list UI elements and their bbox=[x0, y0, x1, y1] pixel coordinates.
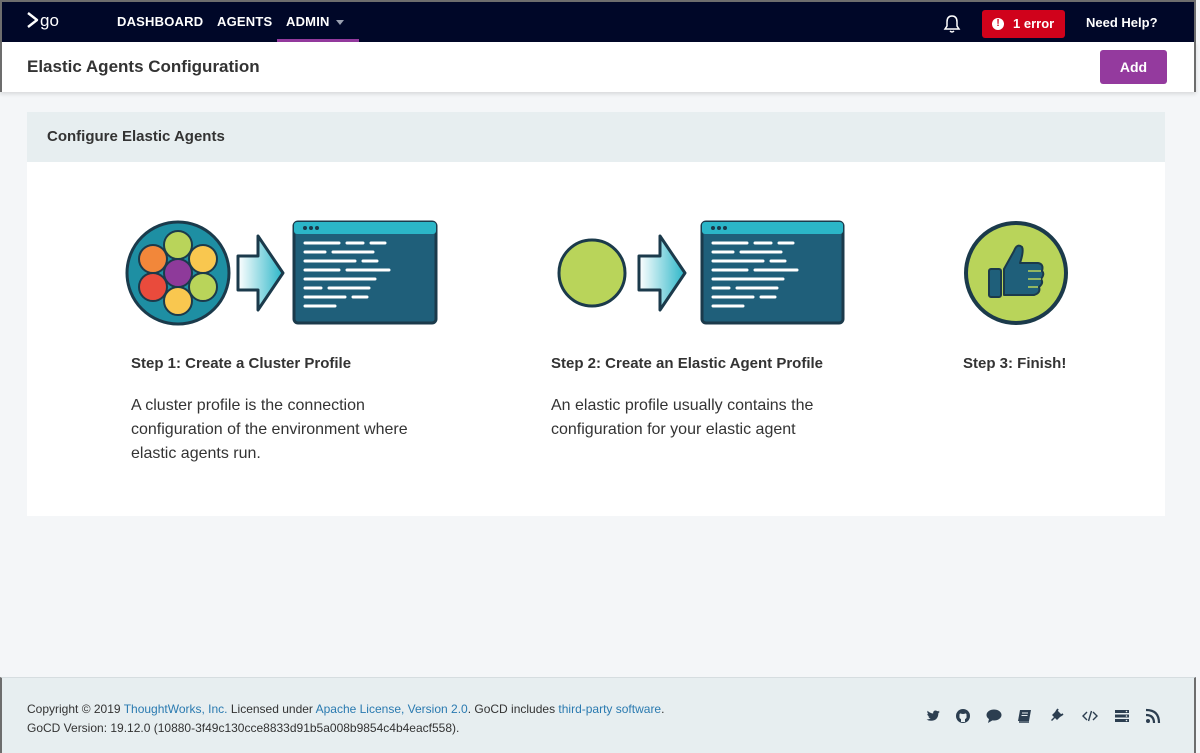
thoughtworks-link[interactable]: ThoughtWorks, Inc. bbox=[124, 702, 228, 716]
chevron-down-icon bbox=[335, 20, 344, 26]
page-title: Elastic Agents Configuration bbox=[27, 57, 260, 76]
copyright-period: . bbox=[661, 702, 665, 716]
step-1-description: A cluster profile is the connection conf… bbox=[131, 394, 408, 466]
error-label: 1 error bbox=[1013, 16, 1055, 31]
includes-text: . GoCD includes bbox=[467, 702, 559, 716]
copyright-text: Copyright © 2019 ThoughtWorks, Inc. Lice… bbox=[27, 700, 664, 718]
step-1-title: Step 1: Create a Cluster Profile bbox=[131, 355, 352, 372]
top-navigation: go DASHBOARD AGENTS ADMIN ! 1 error Need… bbox=[0, 0, 1196, 42]
nav-admin-label: ADMIN bbox=[286, 14, 330, 29]
plugin-icon[interactable] bbox=[1048, 708, 1064, 724]
chat-icon[interactable] bbox=[986, 708, 1002, 724]
rss-icon[interactable] bbox=[1145, 708, 1161, 724]
copyright-prefix: Copyright © 2019 bbox=[27, 702, 124, 716]
nav-dashboard[interactable]: DASHBOARD bbox=[117, 2, 203, 42]
step-1-desc-line: A cluster profile is the connection bbox=[131, 397, 365, 414]
book-icon[interactable] bbox=[1017, 708, 1033, 724]
step-1-desc-line: configuration of the environment where bbox=[131, 421, 408, 438]
cluster-profile-illustration bbox=[125, 220, 438, 326]
step-3-title: Step 3: Finish! bbox=[963, 355, 1067, 372]
panel-title: Configure Elastic Agents bbox=[47, 128, 225, 145]
thumbs-up-illustration bbox=[964, 221, 1068, 325]
page-header: Elastic Agents Configuration Add bbox=[0, 42, 1196, 92]
third-party-software-link[interactable]: third-party software bbox=[558, 702, 661, 716]
step-2-description: An elastic profile usually contains the … bbox=[551, 394, 813, 442]
need-help-link[interactable]: Need Help? bbox=[1086, 2, 1158, 44]
add-button[interactable]: Add bbox=[1100, 50, 1167, 84]
configure-panel: Configure Elastic Agents Step 1: Create … bbox=[27, 112, 1165, 516]
error-icon: ! bbox=[992, 18, 1004, 30]
go-logo[interactable]: go bbox=[26, 10, 72, 34]
twitter-icon[interactable] bbox=[925, 708, 941, 724]
panel-header: Configure Elastic Agents bbox=[27, 112, 1165, 162]
step-2-title: Step 2: Create an Elastic Agent Profile bbox=[551, 355, 824, 372]
apache-license-link[interactable]: Apache License, Version 2.0 bbox=[316, 702, 468, 716]
code-icon[interactable] bbox=[1082, 708, 1098, 724]
github-icon[interactable] bbox=[955, 708, 971, 724]
step-1-desc-line: elastic agents run. bbox=[131, 445, 261, 462]
licensed-text: Licensed under bbox=[227, 702, 316, 716]
server-icon[interactable] bbox=[1114, 708, 1130, 724]
svg-text:go: go bbox=[40, 11, 59, 30]
error-badge[interactable]: ! 1 error bbox=[982, 10, 1065, 38]
footer: Copyright © 2019 ThoughtWorks, Inc. Lice… bbox=[0, 677, 1196, 753]
step-2-desc-line: An elastic profile usually contains the bbox=[551, 397, 814, 414]
nav-agents[interactable]: AGENTS bbox=[217, 2, 272, 42]
elastic-profile-illustration bbox=[557, 220, 845, 325]
bell-icon[interactable] bbox=[943, 14, 961, 34]
step-2-desc-line: configuration for your elastic agent bbox=[551, 421, 796, 438]
nav-admin[interactable]: ADMIN bbox=[277, 2, 359, 42]
gocd-version: GoCD Version: 19.12.0 (10880-3f49c130cce… bbox=[27, 721, 460, 735]
